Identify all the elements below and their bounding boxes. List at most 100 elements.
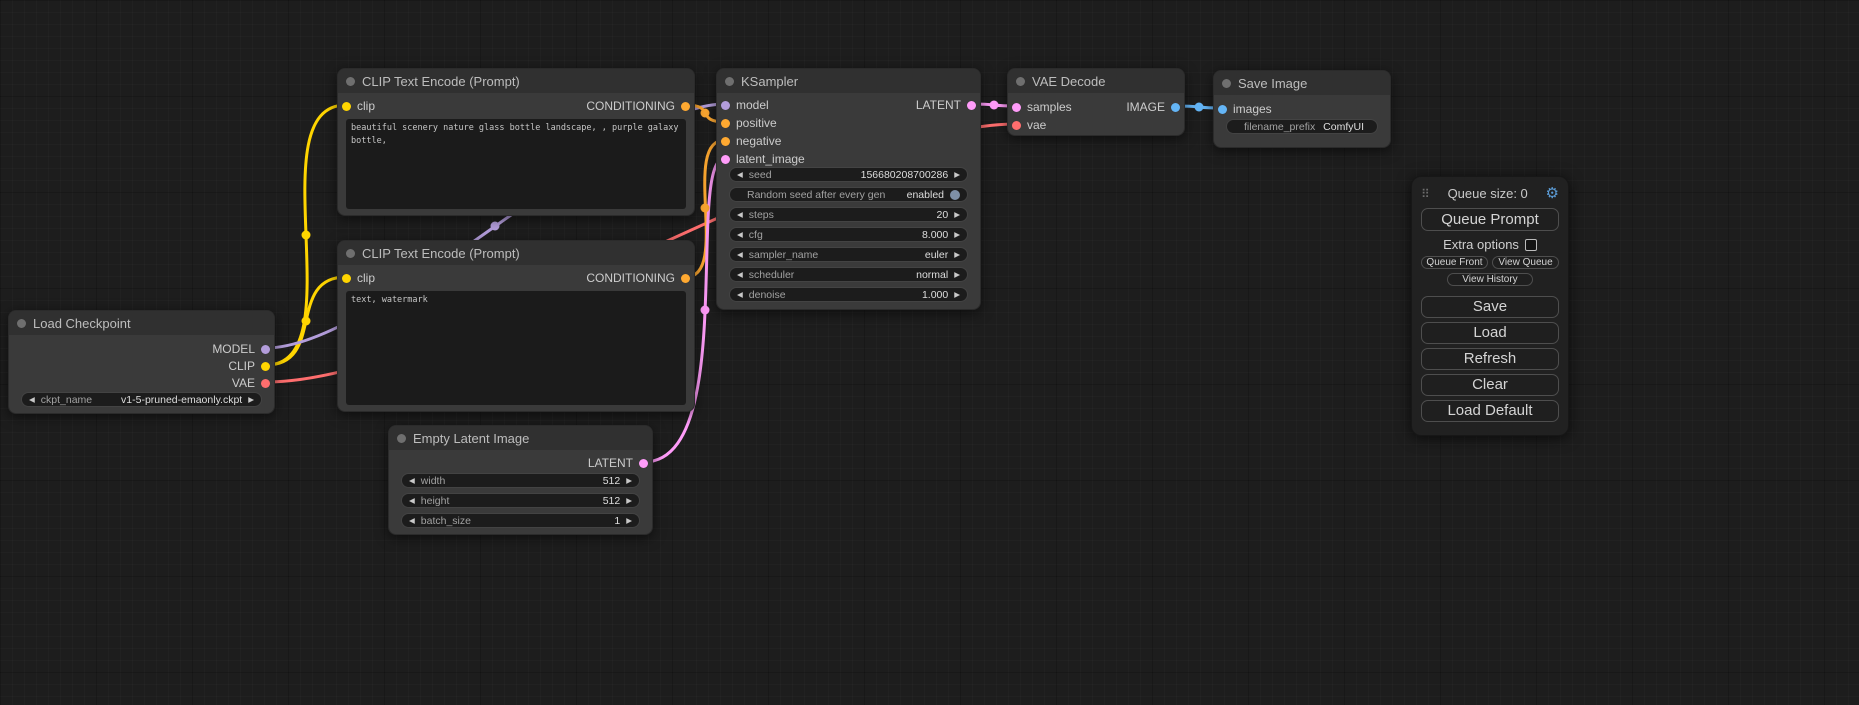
gear-icon[interactable]: ⚙ (1546, 186, 1559, 201)
decrement-arrow-icon[interactable]: ◀ (737, 211, 743, 219)
latent-output-dot[interactable] (639, 459, 648, 468)
conditioning-output-dot[interactable] (681, 274, 690, 283)
sampler-name-widget[interactable]: ◀ sampler_name euler ▶ (729, 247, 968, 262)
decrement-arrow-icon[interactable]: ◀ (737, 291, 743, 299)
collapse-dot-icon[interactable] (397, 434, 406, 443)
increment-arrow-icon[interactable]: ▶ (626, 477, 632, 485)
queue-prompt-button[interactable]: Queue Prompt (1421, 208, 1559, 231)
output-slot-clip[interactable]: CLIP (228, 357, 270, 375)
output-slot-image[interactable]: IMAGE (1126, 98, 1180, 116)
view-history-button[interactable]: View History (1447, 273, 1533, 286)
increment-arrow-icon[interactable]: ▶ (954, 211, 960, 219)
node-empty-latent-image[interactable]: Empty Latent Image LATENT ◀ width 512 ▶ … (388, 425, 653, 535)
output-slot-latent[interactable]: LATENT (588, 454, 648, 472)
seed-widget[interactable]: ◀ seed 156680208700286 ▶ (729, 167, 968, 182)
view-queue-button[interactable]: View Queue (1492, 256, 1559, 269)
node-clip-text-encode-positive[interactable]: CLIP Text Encode (Prompt) clip CONDITION… (337, 68, 695, 216)
increment-arrow-icon[interactable]: ▶ (954, 171, 960, 179)
filename-prefix-widget[interactable]: filename_prefix ComfyUI (1226, 119, 1378, 134)
node-clip-text-encode-negative[interactable]: CLIP Text Encode (Prompt) clip CONDITION… (337, 240, 695, 412)
images-input-dot[interactable] (1218, 105, 1227, 114)
widget-value[interactable]: normal (916, 269, 948, 281)
decrement-arrow-icon[interactable]: ◀ (29, 396, 35, 404)
widget-value[interactable]: 512 (603, 475, 621, 487)
widget-value[interactable]: 512 (603, 495, 621, 507)
widget-value[interactable]: ComfyUI (1323, 121, 1364, 133)
increment-arrow-icon[interactable]: ▶ (954, 271, 960, 279)
height-widget[interactable]: ◀ height 512 ▶ (401, 493, 640, 508)
input-slot-model[interactable]: model (721, 96, 769, 114)
collapse-dot-icon[interactable] (1222, 79, 1231, 88)
node-title-bar[interactable]: Empty Latent Image (389, 426, 652, 450)
input-slot-clip[interactable]: clip (342, 97, 375, 115)
conditioning-output-dot[interactable] (681, 102, 690, 111)
node-title-bar[interactable]: Load Checkpoint (9, 311, 274, 335)
clip-input-dot[interactable] (342, 102, 351, 111)
latent-output-dot[interactable] (967, 101, 976, 110)
drag-handle-icon[interactable]: ⠿ (1421, 188, 1430, 200)
widget-value[interactable]: 156680208700286 (861, 169, 949, 181)
widget-value[interactable]: v1-5-pruned-emaonly.ckpt (121, 394, 242, 406)
load-default-button[interactable]: Load Default (1421, 400, 1559, 422)
widget-value[interactable]: 1.000 (922, 289, 948, 301)
model-output-dot[interactable] (261, 345, 270, 354)
cfg-widget[interactable]: ◀ cfg 8.000 ▶ (729, 227, 968, 242)
denoise-widget[interactable]: ◀ denoise 1.000 ▶ (729, 287, 968, 302)
increment-arrow-icon[interactable]: ▶ (954, 231, 960, 239)
widget-value[interactable]: 1 (614, 515, 620, 527)
decrement-arrow-icon[interactable]: ◀ (737, 251, 743, 259)
increment-arrow-icon[interactable]: ▶ (626, 497, 632, 505)
node-title-bar[interactable]: KSampler (717, 69, 980, 93)
random-seed-toggle-widget[interactable]: Random seed after every gen enabled (729, 187, 968, 202)
output-slot-conditioning[interactable]: CONDITIONING (586, 269, 690, 287)
batch-size-widget[interactable]: ◀ batch_size 1 ▶ (401, 513, 640, 528)
node-save-image[interactable]: Save Image images filename_prefix ComfyU… (1213, 70, 1391, 148)
output-slot-latent[interactable]: LATENT (916, 96, 976, 114)
decrement-arrow-icon[interactable]: ◀ (737, 231, 743, 239)
samples-input-dot[interactable] (1012, 103, 1021, 112)
negative-input-dot[interactable] (721, 137, 730, 146)
collapse-dot-icon[interactable] (725, 77, 734, 86)
queue-front-button[interactable]: Queue Front (1421, 256, 1488, 269)
model-input-dot[interactable] (721, 101, 730, 110)
positive-prompt-textarea[interactable]: beautiful scenery nature glass bottle la… (346, 119, 686, 209)
node-title-bar[interactable]: CLIP Text Encode (Prompt) (338, 241, 694, 265)
node-title-bar[interactable]: CLIP Text Encode (Prompt) (338, 69, 694, 93)
collapse-dot-icon[interactable] (346, 77, 355, 86)
decrement-arrow-icon[interactable]: ◀ (737, 271, 743, 279)
extra-options-checkbox[interactable] (1525, 239, 1537, 251)
clear-button[interactable]: Clear (1421, 374, 1559, 396)
widget-value[interactable]: 20 (937, 209, 949, 221)
input-slot-clip[interactable]: clip (342, 269, 375, 287)
width-widget[interactable]: ◀ width 512 ▶ (401, 473, 640, 488)
scheduler-widget[interactable]: ◀ scheduler normal ▶ (729, 267, 968, 282)
node-load-checkpoint[interactable]: Load Checkpoint MODEL CLIP VAE ◀ ckpt_na… (8, 310, 275, 414)
load-button[interactable]: Load (1421, 322, 1559, 344)
decrement-arrow-icon[interactable]: ◀ (737, 171, 743, 179)
graph-canvas[interactable]: Load Checkpoint MODEL CLIP VAE ◀ ckpt_na… (0, 0, 1859, 705)
image-output-dot[interactable] (1171, 103, 1180, 112)
node-ksampler[interactable]: KSampler model LATENT positive negative … (716, 68, 981, 310)
decrement-arrow-icon[interactable]: ◀ (409, 497, 415, 505)
input-slot-positive[interactable]: positive (721, 114, 777, 132)
decrement-arrow-icon[interactable]: ◀ (409, 477, 415, 485)
collapse-dot-icon[interactable] (17, 319, 26, 328)
refresh-button[interactable]: Refresh (1421, 348, 1559, 370)
widget-value[interactable]: enabled (907, 189, 944, 201)
collapse-dot-icon[interactable] (346, 249, 355, 258)
output-slot-vae[interactable]: VAE (232, 374, 270, 392)
input-slot-vae[interactable]: vae (1012, 116, 1046, 134)
output-slot-model[interactable]: MODEL (212, 340, 270, 358)
vae-output-dot[interactable] (261, 379, 270, 388)
increment-arrow-icon[interactable]: ▶ (954, 291, 960, 299)
latent-image-input-dot[interactable] (721, 155, 730, 164)
decrement-arrow-icon[interactable]: ◀ (409, 517, 415, 525)
increment-arrow-icon[interactable]: ▶ (954, 251, 960, 259)
increment-arrow-icon[interactable]: ▶ (248, 396, 254, 404)
input-slot-latent-image[interactable]: latent_image (721, 150, 805, 168)
negative-prompt-textarea[interactable]: text, watermark (346, 291, 686, 405)
save-button[interactable]: Save (1421, 296, 1559, 318)
input-slot-negative[interactable]: negative (721, 132, 781, 150)
increment-arrow-icon[interactable]: ▶ (626, 517, 632, 525)
steps-widget[interactable]: ◀ steps 20 ▶ (729, 207, 968, 222)
